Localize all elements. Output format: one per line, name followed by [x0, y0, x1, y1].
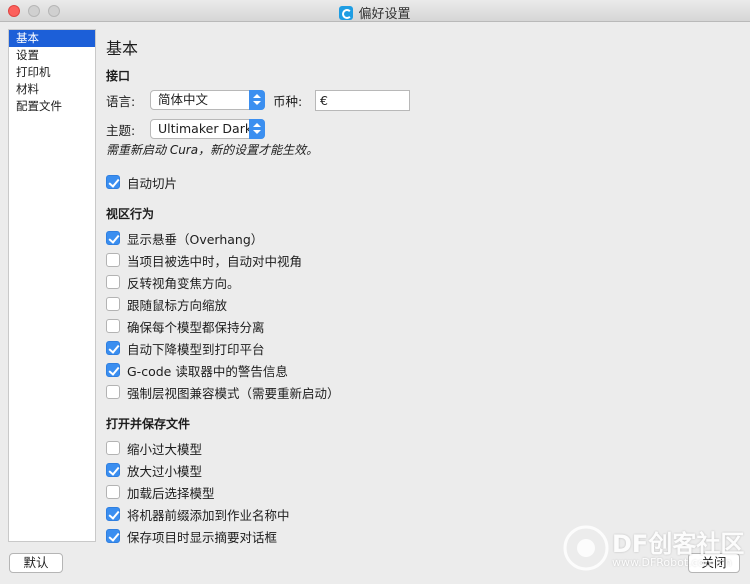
theme-select[interactable]: Ultimaker Dark [150, 119, 265, 139]
currency-input[interactable]: € [315, 89, 410, 111]
watermark-brand: DF创客社区 [612, 530, 745, 558]
viewport-option[interactable]: 强制层视图兼容模式（需要重新启动） [106, 381, 736, 403]
defaults-button[interactable]: 默认 [9, 553, 63, 573]
watermark: DF创客社区 www.DFRobot.com.cn [560, 520, 750, 580]
sidebar-item-general[interactable]: 基本 [9, 30, 95, 47]
option-label: 反转视角变焦方向。 [127, 275, 240, 291]
checkbox-checked[interactable] [106, 175, 120, 189]
language-row: 语言: 简体中文 币种: € [106, 89, 736, 111]
checkbox-checked[interactable] [106, 463, 120, 477]
option-label: 保存项目时显示摘要对话框 [127, 529, 278, 545]
checkbox-checked[interactable] [106, 529, 120, 543]
checkbox-unchecked[interactable] [106, 297, 120, 311]
viewport-section-heading: 视区行为 [106, 207, 155, 221]
option-label: 强制层视图兼容模式（需要重新启动） [127, 385, 340, 401]
file-option[interactable]: 加载后选择模型 [106, 481, 736, 503]
theme-select-value: Ultimaker Dark [158, 121, 253, 136]
checkbox-unchecked[interactable] [106, 275, 120, 289]
sidebar-item-materials[interactable]: 材料 [9, 81, 95, 98]
watermark-url: www.DFRobot.com.cn [612, 556, 732, 569]
sidebar-item-profiles[interactable]: 配置文件 [9, 98, 95, 115]
option-label: G-code 读取器中的警告信息 [127, 363, 288, 379]
file-option[interactable]: 缩小过大模型 [106, 437, 736, 459]
option-label: 跟随鼠标方向缩放 [127, 297, 228, 313]
title-bar: 偏好设置 [0, 0, 750, 22]
theme-row: 主题: Ultimaker Dark [106, 118, 736, 140]
viewport-option[interactable]: 自动下降模型到打印平台 [106, 337, 736, 359]
sidebar-item-printers[interactable]: 打印机 [9, 64, 95, 81]
checkbox-unchecked[interactable] [106, 253, 120, 267]
window-title: 偏好设置 [358, 7, 411, 22]
option-label: 确保每个模型都保持分离 [127, 319, 265, 335]
viewport-option[interactable]: G-code 读取器中的警告信息 [106, 359, 736, 381]
sidebar: 基本 设置 打印机 材料 配置文件 [8, 29, 96, 542]
checkbox-checked[interactable] [106, 507, 120, 521]
interface-section-heading: 接口 [106, 69, 131, 83]
viewport-option[interactable]: 跟随鼠标方向缩放 [106, 293, 736, 315]
files-section-heading: 打开并保存文件 [106, 417, 191, 431]
currency-label: 币种: [273, 93, 303, 109]
checkbox-unchecked[interactable] [106, 441, 120, 455]
language-select-value: 简体中文 [158, 92, 209, 107]
language-select[interactable]: 简体中文 [150, 90, 265, 110]
auto-slice-option[interactable]: 自动切片 [106, 171, 736, 193]
checkbox-checked[interactable] [106, 231, 120, 245]
restart-note: 需重新启动 Cura，新的设置才能生效。 [106, 143, 319, 157]
checkbox-unchecked[interactable] [106, 385, 120, 399]
select-arrows-icon [249, 90, 265, 110]
viewport-option[interactable]: 确保每个模型都保持分离 [106, 315, 736, 337]
select-arrows-icon [249, 119, 265, 139]
viewport-option[interactable]: 显示悬垂（Overhang） [106, 227, 736, 249]
option-label: 将机器前缀添加到作业名称中 [127, 507, 290, 523]
page-title: 基本 [106, 39, 139, 58]
option-label: 当项目被选中时，自动对中视角 [127, 253, 303, 269]
checkbox-unchecked[interactable] [106, 319, 120, 333]
checkbox-checked[interactable] [106, 341, 120, 355]
theme-label: 主题: [106, 122, 136, 138]
option-label: 缩小过大模型 [127, 441, 203, 457]
checkbox-unchecked[interactable] [106, 485, 120, 499]
window-title-wrap: 偏好设置 [0, 3, 750, 22]
option-label: 自动切片 [127, 175, 178, 191]
dfrobot-logo-icon [563, 525, 609, 571]
viewport-option[interactable]: 当项目被选中时，自动对中视角 [106, 249, 736, 271]
cura-app-icon [339, 6, 354, 20]
language-label: 语言: [106, 93, 136, 109]
sidebar-item-settings[interactable]: 设置 [9, 47, 95, 64]
option-label: 显示悬垂（Overhang） [127, 231, 264, 247]
file-option[interactable]: 放大过小模型 [106, 459, 736, 481]
viewport-option[interactable]: 反转视角变焦方向。 [106, 271, 736, 293]
option-label: 加载后选择模型 [127, 485, 215, 501]
checkbox-checked[interactable] [106, 363, 120, 377]
general-preferences-panel: 基本 接口 语言: 简体中文 币种: € 主题: Ultimaker Dark … [106, 35, 736, 544]
option-label: 自动下降模型到打印平台 [127, 341, 265, 357]
option-label: 放大过小模型 [127, 463, 203, 479]
